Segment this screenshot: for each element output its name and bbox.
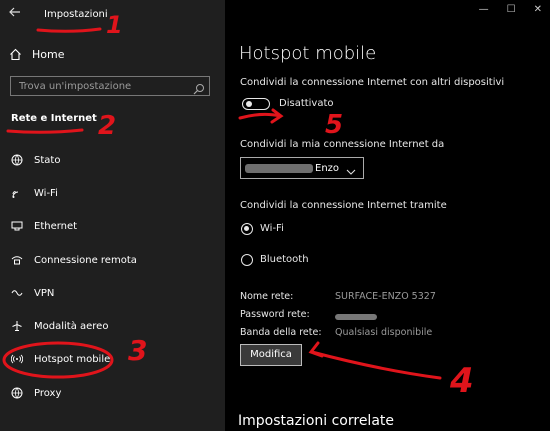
sidebar-item-label: Wi-Fi	[34, 187, 58, 199]
share-connection-label: Condividi la connessione Internet con al…	[240, 77, 505, 88]
ethernet-icon	[10, 219, 24, 233]
sidebar: Impostazioni Home Trova un'impostazione …	[0, 0, 225, 431]
radio-wifi-label: Wi-Fi	[260, 223, 284, 234]
share-from-dropdown[interactable]: Enzo	[240, 157, 364, 179]
window-controls: — ☐ ✕	[479, 4, 542, 15]
sidebar-item-vpn[interactable]: VPN	[10, 285, 54, 301]
band-key: Banda della rete:	[240, 327, 322, 338]
main-panel: — ☐ ✕ Hotspot mobile Condividi la connes…	[225, 0, 550, 431]
minimize-button[interactable]: —	[479, 4, 489, 15]
sidebar-item-ethernet[interactable]: Ethernet	[10, 218, 77, 234]
sidebar-item-label: VPN	[34, 287, 55, 299]
sidebar-item-label: Modalità aereo	[34, 320, 109, 332]
search-icon[interactable]	[193, 80, 205, 99]
home-nav-item[interactable]: Home	[8, 46, 64, 62]
hotspot-toggle[interactable]	[242, 98, 270, 110]
search-placeholder: Trova un'impostazione	[19, 81, 132, 92]
hotspot-icon	[10, 352, 24, 366]
network-name-key: Nome rete:	[240, 291, 294, 302]
sidebar-item-modalita-aereo[interactable]: Modalità aereo	[10, 318, 108, 334]
sidebar-item-connessione-remota[interactable]: Connessione remota	[10, 252, 137, 268]
share-via-label: Condividi la connessione Internet tramit…	[240, 200, 447, 211]
airplane-icon	[10, 319, 24, 333]
redacted-text	[245, 164, 313, 173]
sidebar-item-label: Stato	[34, 154, 61, 166]
toggle-knob	[246, 101, 252, 107]
page-title: Hotspot mobile	[239, 43, 377, 64]
home-label: Home	[32, 47, 65, 61]
radio-wifi[interactable]	[241, 223, 253, 235]
close-button[interactable]: ✕	[534, 4, 542, 15]
wifi-icon	[10, 186, 24, 200]
sidebar-item-wifi[interactable]: Wi-Fi	[10, 185, 58, 201]
search-input[interactable]: Trova un'impostazione	[10, 76, 210, 96]
sidebar-item-hotspot-mobile[interactable]: Hotspot mobile	[10, 351, 110, 367]
maximize-button[interactable]: ☐	[507, 4, 516, 15]
sidebar-item-label: Proxy	[34, 387, 62, 399]
sidebar-item-proxy[interactable]: Proxy	[10, 385, 61, 401]
globe-icon	[10, 153, 24, 167]
modify-button[interactable]: Modifica	[240, 344, 302, 366]
dialup-icon	[10, 253, 24, 267]
radio-bluetooth[interactable]	[241, 254, 253, 266]
related-settings-title: Impostazioni correlate	[238, 413, 395, 429]
chevron-down-icon	[346, 162, 356, 181]
section-title: Rete e Internet	[11, 113, 97, 124]
home-icon	[8, 47, 22, 61]
vpn-icon	[10, 286, 24, 300]
globe-icon	[10, 386, 24, 400]
sidebar-item-label: Ethernet	[34, 220, 78, 232]
network-name-value: SURFACE-ENZO 5327	[335, 291, 436, 302]
back-arrow-icon[interactable]	[9, 6, 21, 20]
dropdown-value: Enzo	[315, 163, 340, 174]
toggle-state-label: Disattivato	[279, 98, 334, 109]
share-from-label: Condividi la mia connessione Internet da	[240, 139, 445, 150]
redacted-password	[335, 314, 377, 320]
radio-selected-dot	[244, 226, 249, 231]
sidebar-item-label: Hotspot mobile	[34, 353, 111, 365]
sidebar-item-stato[interactable]: Stato	[10, 152, 60, 168]
password-key: Password rete:	[240, 309, 310, 320]
app-title: Impostazioni	[44, 9, 108, 20]
band-value: Qualsiasi disponibile	[335, 327, 433, 338]
radio-bluetooth-label: Bluetooth	[260, 254, 309, 265]
sidebar-item-label: Connessione remota	[34, 254, 137, 266]
